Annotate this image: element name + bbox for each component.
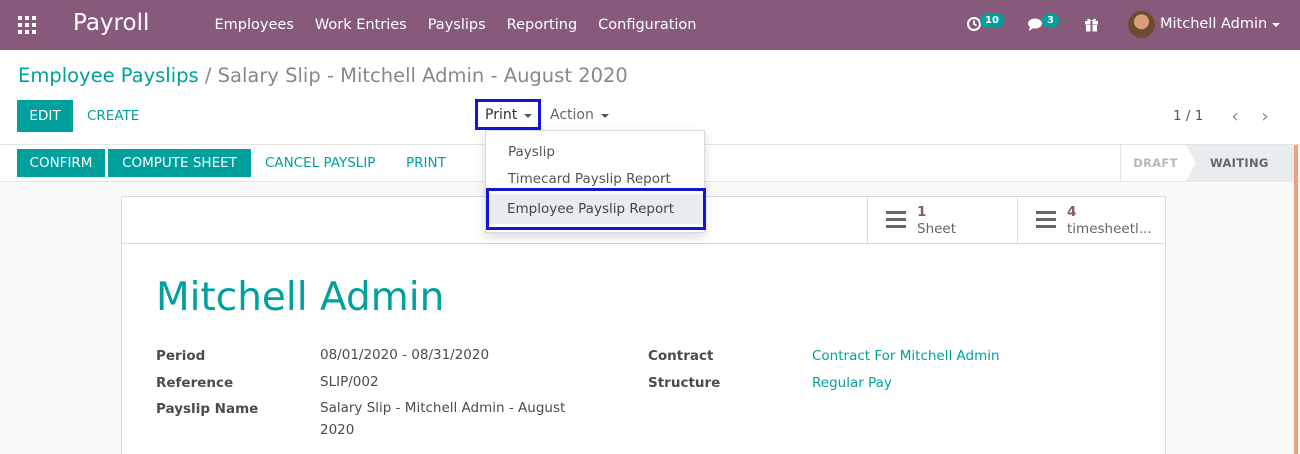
cancel-payslip-button[interactable]: CANCEL PAYSLIP [265, 155, 375, 171]
user-name[interactable]: Mitchell Admin [1160, 16, 1267, 32]
print-button[interactable]: PRINT [406, 155, 446, 171]
app-name: Payroll [73, 10, 150, 36]
gift-icon[interactable] [1084, 16, 1099, 32]
contract-label: Contract [648, 348, 714, 364]
print-dropdown-button[interactable]: Print [475, 99, 541, 130]
menu-employees[interactable]: Employees [204, 17, 304, 33]
pager-previous-icon[interactable]: ‹ [1224, 103, 1246, 129]
sheet-label: Sheet [917, 221, 957, 237]
print-menu-item-timecard-payslip-report[interactable]: Timecard Payslip Report [508, 171, 671, 187]
menu-payslips[interactable]: Payslips [417, 17, 496, 33]
action-dropdown-label: Action [550, 107, 594, 123]
pager-value[interactable]: 1 / 1 [1173, 108, 1203, 124]
structure-link[interactable]: Regular Pay [812, 375, 892, 391]
list-icon [1036, 211, 1056, 228]
list-icon [886, 211, 906, 228]
timesheet-smart-button[interactable]: 4 timesheetl... [1017, 197, 1165, 243]
compute-sheet-button[interactable]: COMPUTE SHEET [108, 149, 251, 177]
apps-menu-icon[interactable] [18, 16, 36, 34]
structure-label: Structure [648, 375, 721, 391]
print-menu-item-employee-payslip-report[interactable]: Employee Payslip Report [486, 188, 706, 230]
stage-waiting[interactable]: WAITING [1186, 145, 1294, 181]
breadcrumb-current: Salary Slip - Mitchell Admin - August 20… [217, 64, 628, 87]
sheet-smart-button[interactable]: 1 Sheet [867, 197, 1017, 243]
menu-configuration[interactable]: Configuration [588, 17, 707, 33]
action-dropdown-button[interactable]: Action [550, 107, 609, 123]
employee-payslip-report-label: Employee Payslip Report [507, 201, 675, 217]
breadcrumb-parent-link[interactable]: Employee Payslips [18, 64, 199, 87]
menu-reporting[interactable]: Reporting [496, 17, 588, 33]
breadcrumb: Employee Payslips / Salary Slip - Mitche… [18, 64, 628, 87]
contract-link[interactable]: Contract For Mitchell Admin [812, 348, 1000, 364]
create-button[interactable]: CREATE [87, 108, 139, 124]
pager-next-icon[interactable]: › [1254, 103, 1276, 129]
reference-label: Reference [156, 375, 234, 391]
scrollbar[interactable] [1294, 145, 1298, 454]
top-navbar: Payroll Employees Work Entries Payslips … [0, 0, 1300, 50]
menu-work-entries[interactable]: Work Entries [304, 17, 417, 33]
stage-draft[interactable]: DRAFT [1120, 145, 1190, 181]
payslip-name-line-2: 2020 [320, 422, 355, 438]
message-count-badge: 3 [1042, 13, 1059, 28]
reference-value[interactable]: SLIP/002 [320, 371, 379, 393]
user-menu-caret-icon[interactable] [1272, 23, 1280, 27]
timesheet-count: 4 [1067, 204, 1077, 220]
sheet-count: 1 [917, 204, 927, 220]
payslip-name-label: Payslip Name [156, 401, 259, 417]
payslip-name-value[interactable]: Salary Slip - Mitchell Admin - August 20… [320, 397, 600, 441]
chevron-down-icon [600, 114, 609, 118]
payslip-name-line-1: Salary Slip - Mitchell Admin - August [320, 400, 566, 416]
period-label: Period [156, 348, 206, 364]
activity-count-badge: 10 [980, 13, 1004, 28]
period-value[interactable]: 08/01/2020 - 08/31/2020 [320, 344, 489, 366]
print-menu-item-payslip[interactable]: Payslip [508, 144, 555, 160]
main-menu: Employees Work Entries Payslips Reportin… [204, 0, 707, 50]
user-avatar[interactable] [1128, 11, 1155, 38]
edit-button[interactable]: EDIT [17, 100, 73, 132]
timesheet-label: timesheetl... [1067, 221, 1152, 237]
chevron-down-icon [524, 113, 533, 118]
employee-name[interactable]: Mitchell Admin [156, 275, 444, 320]
confirm-button[interactable]: CONFIRM [17, 149, 105, 177]
print-dropdown-label: Print [485, 106, 518, 123]
breadcrumb-separator: / [204, 64, 212, 87]
